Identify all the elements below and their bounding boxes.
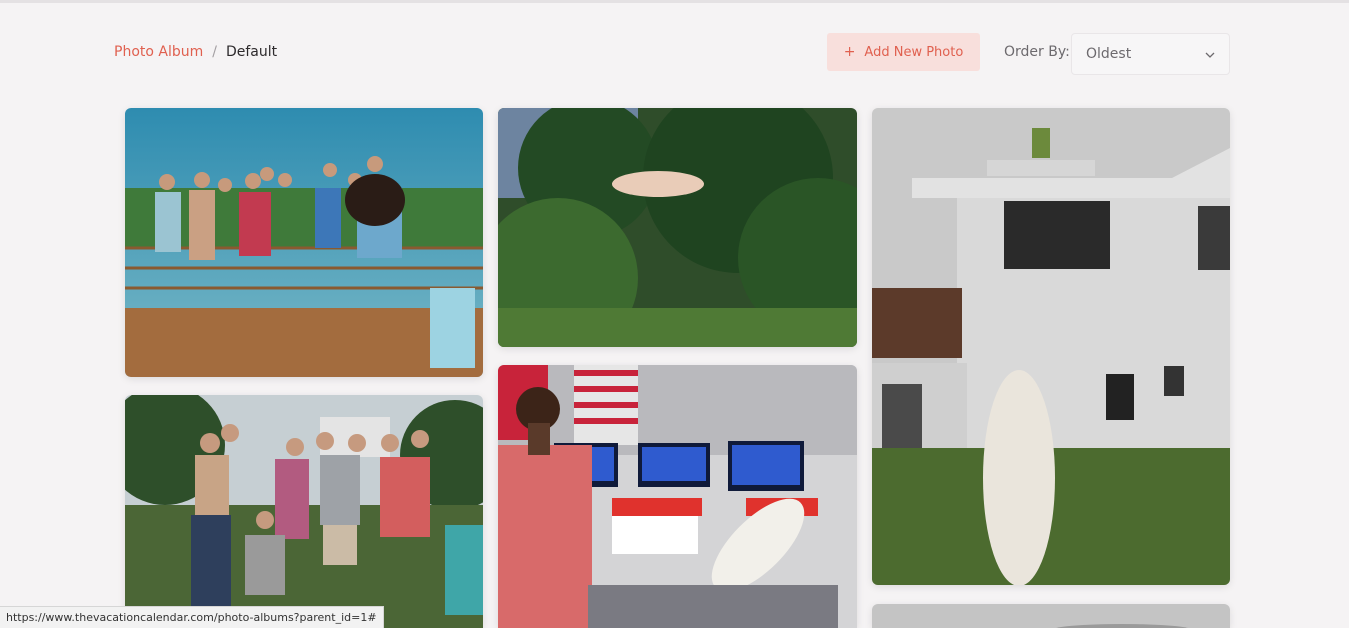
order-by-select[interactable]: Oldest bbox=[1071, 33, 1230, 75]
order-by-label: Order By: bbox=[1004, 44, 1070, 60]
breadcrumb-separator: / bbox=[212, 44, 217, 60]
photo-partial[interactable] bbox=[872, 604, 1230, 628]
status-bar-url: https://www.thevacationcalendar.com/phot… bbox=[0, 606, 384, 628]
chevron-down-icon bbox=[1205, 46, 1215, 62]
photo-image bbox=[125, 108, 483, 377]
photo-image bbox=[498, 108, 857, 347]
breadcrumb: Photo Album / Default bbox=[114, 44, 277, 60]
breadcrumb-current: Default bbox=[225, 44, 278, 60]
add-new-photo-label: Add New Photo bbox=[864, 44, 964, 60]
plus-icon: + bbox=[843, 44, 856, 60]
add-new-photo-button[interactable]: + Add New Photo bbox=[827, 33, 980, 71]
breadcrumb-photo-album-link[interactable]: Photo Album bbox=[114, 44, 203, 60]
photo-image bbox=[872, 108, 1230, 585]
photo-store-aisle[interactable] bbox=[498, 365, 857, 628]
photo-house-surfboard[interactable] bbox=[872, 108, 1230, 585]
photo-group-outdoors[interactable] bbox=[125, 395, 483, 628]
photo-group-on-deck[interactable] bbox=[125, 108, 483, 377]
photo-image bbox=[498, 365, 857, 628]
photo-image bbox=[125, 395, 483, 628]
photo-trees-surfboard[interactable] bbox=[498, 108, 857, 347]
top-border bbox=[0, 0, 1349, 3]
photo-image bbox=[872, 604, 1230, 628]
order-by-value: Oldest bbox=[1086, 46, 1132, 62]
